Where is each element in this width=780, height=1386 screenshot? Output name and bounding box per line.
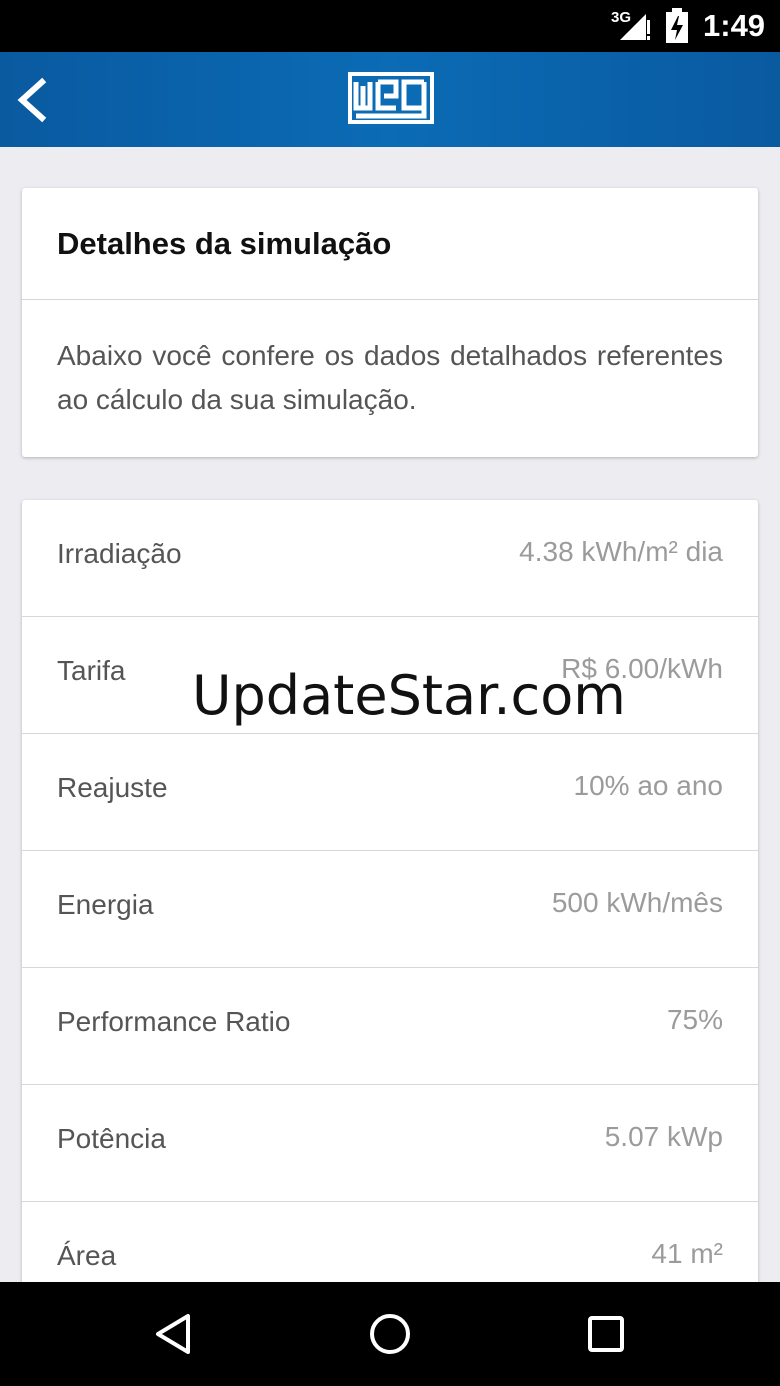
detail-row-irradiacao: Irradiação 4.38 kWh/m² dia (22, 500, 758, 617)
detail-label: Tarifa (57, 655, 126, 686)
detail-value: 500 kWh/mês (551, 887, 723, 918)
detail-label: Energia (57, 889, 154, 920)
detail-row-reajuste: Reajuste 10% ao ano (22, 734, 758, 851)
square-recents-icon (588, 1316, 624, 1352)
chevron-left-icon (17, 77, 47, 123)
nav-home-button[interactable] (366, 1310, 414, 1358)
nav-recents-button[interactable] (582, 1310, 630, 1358)
detail-value: 41 m² (651, 1238, 723, 1269)
app-bar (0, 52, 780, 147)
detail-label: Irradiação (57, 538, 182, 569)
detail-value: 10% ao ano (573, 770, 723, 801)
watermark: UpdateStar.com (192, 664, 626, 727)
detail-label: Área (57, 1240, 117, 1271)
detail-value: 75% (666, 1004, 723, 1035)
circle-home-icon (370, 1314, 410, 1354)
detail-row-energia: Energia 500 kWh/mês (22, 851, 758, 968)
detail-row-performance-ratio: Performance Ratio 75% (22, 968, 758, 1085)
detail-row-potencia: Potência 5.07 kWp (22, 1085, 758, 1202)
detail-label: Reajuste (57, 772, 168, 803)
back-button[interactable] (10, 72, 56, 128)
card-description: Abaixo você confere os dados detalhados … (57, 340, 723, 415)
detail-label: Performance Ratio (57, 1006, 291, 1037)
triangle-back-icon (156, 1314, 190, 1354)
navigation-bar (0, 1282, 780, 1386)
nav-back-button[interactable] (150, 1310, 198, 1358)
details-card: Irradiação 4.38 kWh/m² dia Tarifa R$ 6.0… (22, 500, 758, 1300)
detail-value: 4.38 kWh/m² dia (519, 536, 723, 567)
signal-icon (620, 14, 650, 40)
battery-icon (666, 8, 688, 43)
detail-label: Potência (57, 1123, 166, 1154)
status-bar: 3G 1:49 (0, 0, 780, 52)
intro-card: Detalhes da simulação Abaixo você confer… (22, 188, 758, 457)
card-title: Detalhes da simulação (57, 226, 392, 261)
detail-value: 5.07 kWp (604, 1121, 723, 1152)
clock: 1:49 (703, 8, 766, 43)
divider (22, 299, 758, 300)
weg-logo (348, 70, 434, 128)
